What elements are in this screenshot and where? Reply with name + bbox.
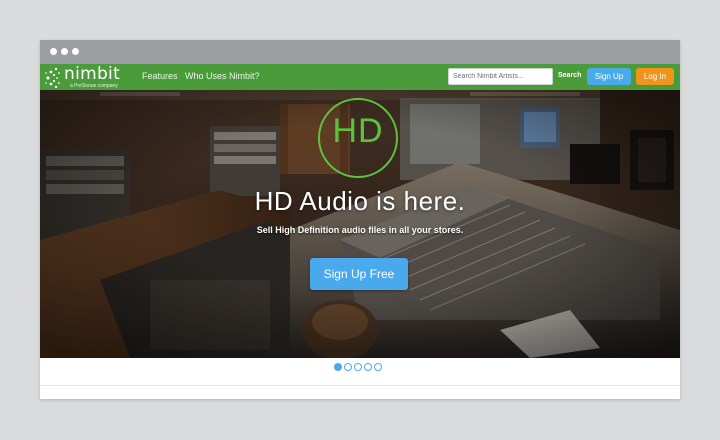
window-dot-icon[interactable] bbox=[61, 48, 68, 55]
carousel-dot-1[interactable] bbox=[334, 363, 342, 371]
browser-window: nimbit a PreSonus company Features Who U… bbox=[40, 40, 680, 399]
carousel-dot-3[interactable] bbox=[354, 363, 362, 371]
log-in-button[interactable]: Log In bbox=[636, 68, 674, 85]
search-button[interactable]: Search bbox=[558, 72, 581, 79]
hd-badge-label: HD bbox=[332, 112, 384, 150]
nav-link-features[interactable]: Features bbox=[142, 71, 178, 81]
window-dot-icon[interactable] bbox=[72, 48, 79, 55]
search-input[interactable] bbox=[448, 68, 553, 85]
section-divider bbox=[40, 385, 680, 386]
top-navigation: nimbit a PreSonus company Features Who U… bbox=[40, 64, 680, 90]
nimbit-logo-icon bbox=[45, 67, 60, 89]
carousel-dot-2[interactable] bbox=[344, 363, 352, 371]
sign-up-button[interactable]: Sign Up bbox=[587, 68, 631, 85]
carousel-dot-5[interactable] bbox=[374, 363, 382, 371]
hero-subtitle: Sell High Definition audio files in all … bbox=[256, 225, 464, 235]
brand-tagline: a PreSonus company bbox=[70, 83, 118, 89]
nimbit-logo[interactable]: nimbit a PreSonus company bbox=[44, 64, 140, 89]
nav-link-who-uses-nimbit[interactable]: Who Uses Nimbit? bbox=[185, 71, 260, 81]
browser-title-bar bbox=[40, 40, 680, 64]
hero-title: HD Audio is here. bbox=[254, 186, 466, 216]
carousel-dot-4[interactable] bbox=[364, 363, 372, 371]
window-dot-icon[interactable] bbox=[50, 48, 57, 55]
sign-up-free-button[interactable]: Sign Up Free bbox=[310, 258, 408, 290]
brand-name: nimbit bbox=[64, 64, 121, 84]
carousel-indicators bbox=[40, 358, 680, 378]
hero-banner: HD HD Audio is here. Sell High Definitio… bbox=[40, 90, 680, 358]
